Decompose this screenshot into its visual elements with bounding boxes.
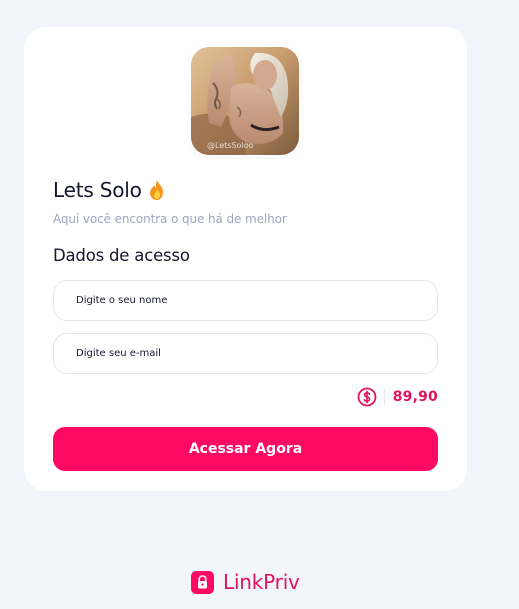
- avatar-watermark: @LetsSoloo: [207, 141, 254, 150]
- profile-avatar: @LetsSoloo: [191, 47, 299, 155]
- profile-name: Lets Solo: [53, 178, 142, 202]
- dollar-coin-icon: [357, 387, 377, 407]
- brand-name: LinkPriv: [223, 570, 300, 594]
- price-divider: [383, 389, 385, 405]
- page: @LetsSoloo Lets Solo Aqui você encontra …: [0, 0, 519, 609]
- brand-footer[interactable]: LinkPriv: [191, 570, 300, 594]
- profile-photo-image: @LetsSoloo: [191, 47, 299, 155]
- email-input[interactable]: [53, 333, 438, 374]
- checkout-card: @LetsSoloo Lets Solo Aqui você encontra …: [24, 27, 467, 491]
- section-title: Dados de acesso: [53, 246, 190, 265]
- lock-icon: [191, 570, 214, 594]
- name-input[interactable]: [53, 280, 438, 321]
- fire-icon: [148, 179, 166, 201]
- profile-header: Lets Solo: [53, 178, 166, 202]
- price-display: 89,90: [357, 387, 438, 407]
- access-now-button[interactable]: Acessar Agora: [53, 427, 438, 471]
- profile-tagline: Aqui você encontra o que há de melhor: [53, 212, 287, 226]
- price-value: 89,90: [392, 389, 438, 405]
